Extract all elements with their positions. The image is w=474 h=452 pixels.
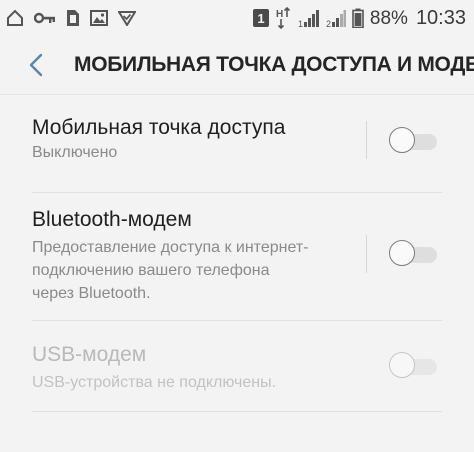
page-title: МОБИЛЬНАЯ ТОЧКА ДОСТУПА И МОДЕМ xyxy=(74,53,474,76)
bluetooth-tethering-toggle[interactable] xyxy=(389,240,439,268)
battery-percent: 88% xyxy=(369,7,408,29)
item-subtitle: USB-устройства не подключены. xyxy=(32,374,277,391)
battery-icon xyxy=(352,8,364,28)
status-bar-right: 1 H 1 2 88% 10:33 xyxy=(252,0,466,36)
mobile-hotspot-toggle[interactable] xyxy=(389,127,439,155)
vertical-separator xyxy=(366,235,367,273)
svg-text:2: 2 xyxy=(326,19,331,28)
key-icon xyxy=(34,11,56,25)
shield-check-icon xyxy=(118,10,136,26)
item-title: Bluetooth-модем xyxy=(32,208,192,231)
status-bar-left xyxy=(6,0,136,36)
image-icon xyxy=(90,10,108,26)
toggle-thumb xyxy=(389,240,415,266)
svg-text:H: H xyxy=(276,9,283,20)
app-header: МОБИЛЬНАЯ ТОЧКА ДОСТУПА И МОДЕМ xyxy=(0,36,474,94)
list-item-bluetooth-tethering[interactable]: Bluetooth-модем Предоставление доступа к… xyxy=(0,193,474,320)
data-transfer-icon: H xyxy=(276,7,292,29)
item-title: USB-модем xyxy=(32,343,147,366)
list-item-usb-tethering[interactable]: USB-модем USB-устройства не подключены. xyxy=(0,321,474,411)
signal-strength-icon: 1 xyxy=(298,8,320,28)
item-subtitle: Выключено xyxy=(32,144,118,161)
sim-card-icon xyxy=(66,9,80,27)
toggle-thumb xyxy=(389,127,415,153)
clock: 10:33 xyxy=(415,7,466,29)
toggle-thumb xyxy=(389,352,415,378)
svg-text:1: 1 xyxy=(257,11,264,26)
home-outline-icon xyxy=(6,9,24,27)
chevron-left-icon xyxy=(28,53,44,77)
svg-text:1: 1 xyxy=(298,19,303,28)
signal-strength-2-icon: 2 xyxy=(326,8,346,28)
item-subtitle: Предоставление доступа к интернет- подкл… xyxy=(32,239,309,302)
back-button[interactable] xyxy=(22,50,50,80)
item-title: Мобильная точка доступа xyxy=(32,116,286,139)
status-bar: 1 H 1 2 88% 10:33 xyxy=(0,0,474,36)
notification-badge-icon: 1 xyxy=(252,8,270,28)
list-divider xyxy=(32,411,442,412)
usb-tethering-toggle[interactable] xyxy=(389,352,439,380)
list-item-mobile-hotspot[interactable]: Мобильная точка доступа Выключено xyxy=(0,95,474,195)
vertical-separator xyxy=(366,121,367,159)
